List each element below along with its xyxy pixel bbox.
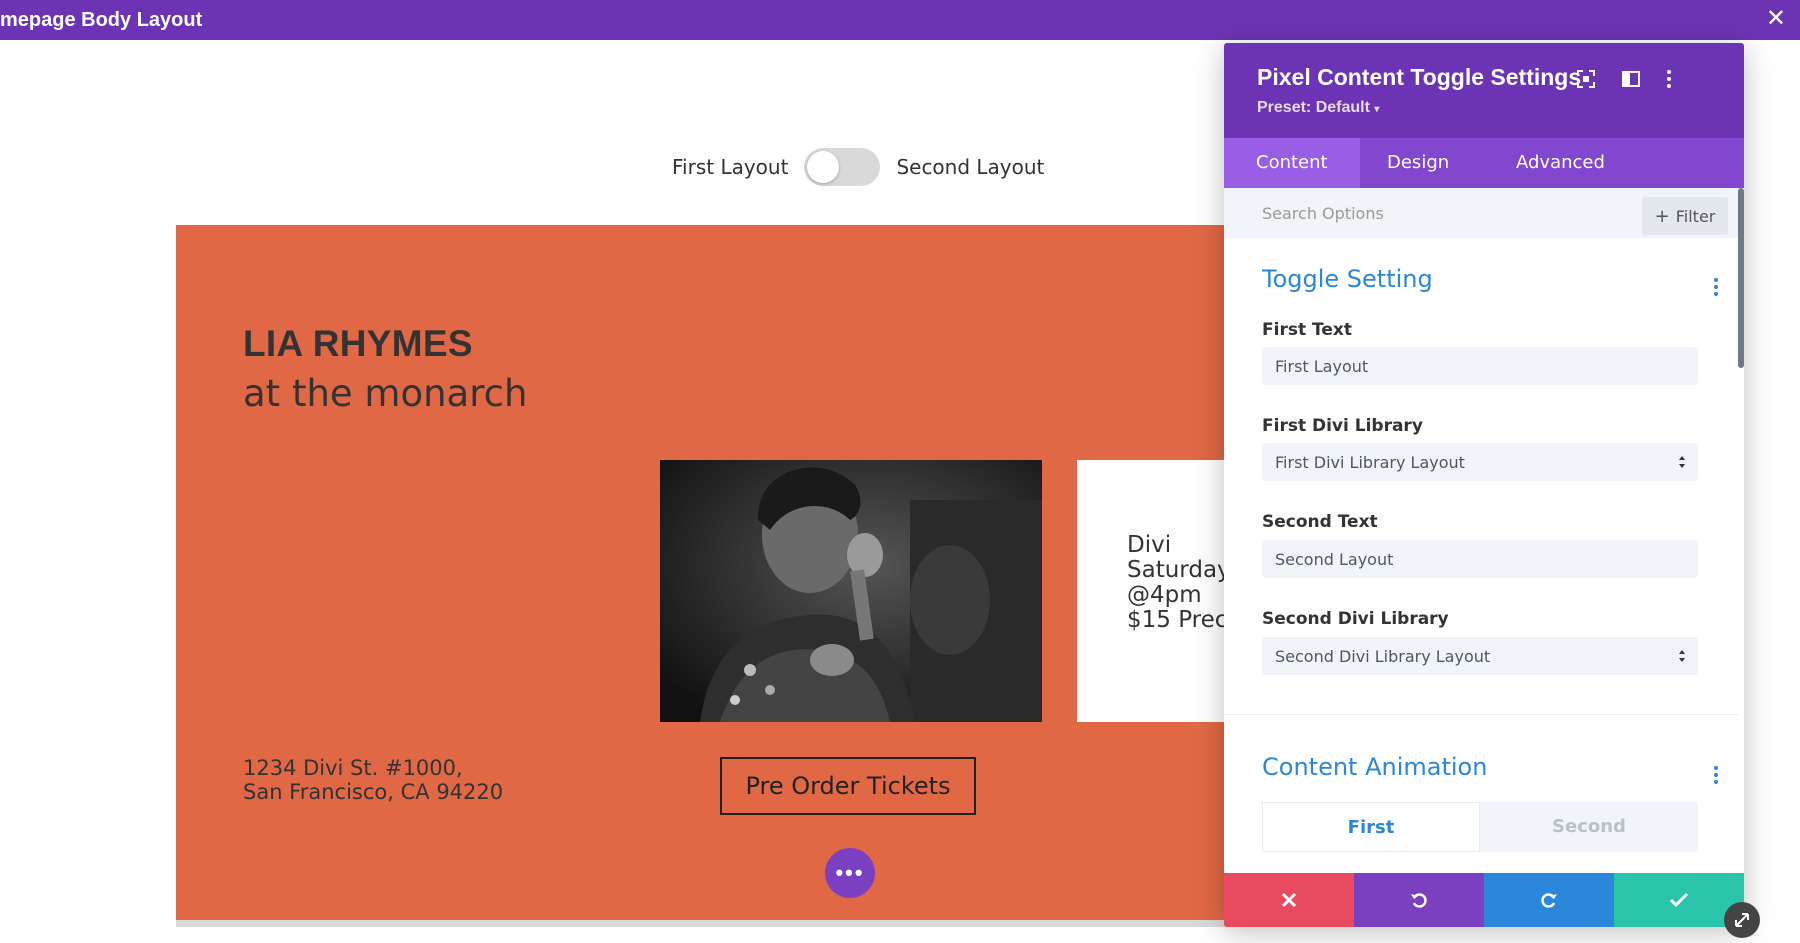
search-options-input[interactable]: [1248, 197, 1616, 229]
first-library-label: First Divi Library: [1262, 416, 1423, 436]
pre-order-tickets-button[interactable]: Pre Order Tickets: [720, 757, 976, 815]
layout-toggle: First Layout Second Layout: [672, 148, 1044, 186]
event-detail-line: Divi: [1127, 532, 1172, 558]
animation-segmented-control: First Second: [1262, 802, 1698, 852]
redo-icon: [1541, 893, 1557, 908]
event-details-card: Divi Saturday @4pm $15 Prec: [1077, 460, 1226, 722]
redo-button[interactable]: [1484, 873, 1614, 927]
select-arrows-icon: [1679, 456, 1685, 468]
fullscreen-icon[interactable]: [1575, 68, 1597, 90]
snap-sidebar-icon[interactable]: [1620, 68, 1642, 90]
preset-label: Preset: Default: [1257, 99, 1370, 116]
filter-label: Filter: [1675, 206, 1716, 226]
panel-content: Toggle Setting First Text First Layout F…: [1224, 238, 1738, 852]
more-options-button[interactable]: •••: [825, 848, 875, 898]
resize-handle[interactable]: [1724, 902, 1760, 938]
tab-design[interactable]: Design: [1355, 138, 1481, 188]
caret-down-icon: ▾: [1374, 104, 1380, 115]
segment-first[interactable]: First: [1262, 802, 1480, 852]
event-detail-line: $15 Prec: [1127, 607, 1226, 633]
layout-switch[interactable]: [804, 148, 881, 186]
panel-title: Pixel Content Toggle Settings: [1257, 64, 1582, 90]
singer-photo: [660, 460, 1042, 722]
layout-title: mepage Body Layout: [0, 9, 203, 31]
event-detail-line: @4pm: [1127, 582, 1202, 608]
preset-selector[interactable]: Preset: Default ▾: [1257, 99, 1379, 117]
second-library-value: Second Divi Library Layout: [1275, 646, 1491, 666]
first-text-label: First Text: [1262, 320, 1352, 340]
second-layout-label: Second Layout: [896, 155, 1045, 179]
close-icon: [1281, 892, 1297, 908]
builder-topbar: mepage Body Layout ✕: [0, 0, 1800, 40]
plus-icon: +: [1654, 205, 1670, 227]
section-options-icon[interactable]: [1714, 278, 1718, 296]
event-hero-section: LIA RHYMES at the monarch Divi Saturday: [176, 225, 1226, 920]
select-arrows-icon: [1679, 650, 1685, 662]
settings-panel: Pixel Content Toggle Settings Preset: De…: [1224, 43, 1744, 927]
event-subtitle: at the monarch: [243, 372, 528, 415]
discard-button[interactable]: [1224, 873, 1354, 927]
singer-photo-image: [660, 460, 1042, 722]
second-library-label: Second Divi Library: [1262, 609, 1449, 629]
second-library-select[interactable]: Second Divi Library Layout: [1262, 637, 1698, 675]
section-options-icon[interactable]: [1714, 766, 1718, 784]
resize-icon: [1735, 913, 1749, 927]
close-icon[interactable]: ✕: [1766, 7, 1786, 31]
tab-advanced[interactable]: Advanced: [1484, 138, 1637, 188]
address-line: 1234 Divi St. #1000,: [243, 756, 463, 780]
second-text-input[interactable]: Second Layout: [1262, 540, 1698, 578]
panel-scrollbar[interactable]: [1738, 188, 1744, 368]
first-library-select[interactable]: First Divi Library Layout: [1262, 443, 1698, 481]
segment-second[interactable]: Second: [1480, 802, 1698, 852]
switch-knob: [807, 151, 840, 183]
address-line: San Francisco, CA 94220: [243, 780, 504, 804]
ellipsis-icon: •••: [835, 860, 865, 885]
event-detail-line: Saturday: [1127, 557, 1226, 583]
panel-tabs: Content Design Advanced: [1224, 138, 1744, 188]
check-icon: [1669, 892, 1689, 908]
more-vertical-icon[interactable]: [1658, 68, 1680, 90]
content-animation-heading[interactable]: Content Animation: [1262, 753, 1487, 781]
second-text-label: Second Text: [1262, 512, 1378, 532]
undo-button[interactable]: [1354, 873, 1484, 927]
search-options-bar: + Filter: [1224, 188, 1744, 238]
section-divider: [1224, 714, 1738, 715]
filter-button[interactable]: + Filter: [1642, 197, 1728, 235]
panel-footer: [1224, 873, 1744, 927]
event-title: LIA RHYMES: [243, 323, 473, 364]
tab-content[interactable]: Content: [1224, 138, 1360, 188]
panel-header: Pixel Content Toggle Settings Preset: De…: [1224, 43, 1744, 138]
undo-icon: [1411, 893, 1427, 908]
venue-address: 1234 Divi St. #1000, San Francisco, CA 9…: [243, 756, 503, 804]
first-layout-label: First Layout: [672, 155, 789, 179]
toggle-setting-heading[interactable]: Toggle Setting: [1262, 265, 1433, 293]
first-library-value: First Divi Library Layout: [1275, 452, 1465, 472]
first-text-input[interactable]: First Layout: [1262, 347, 1698, 385]
